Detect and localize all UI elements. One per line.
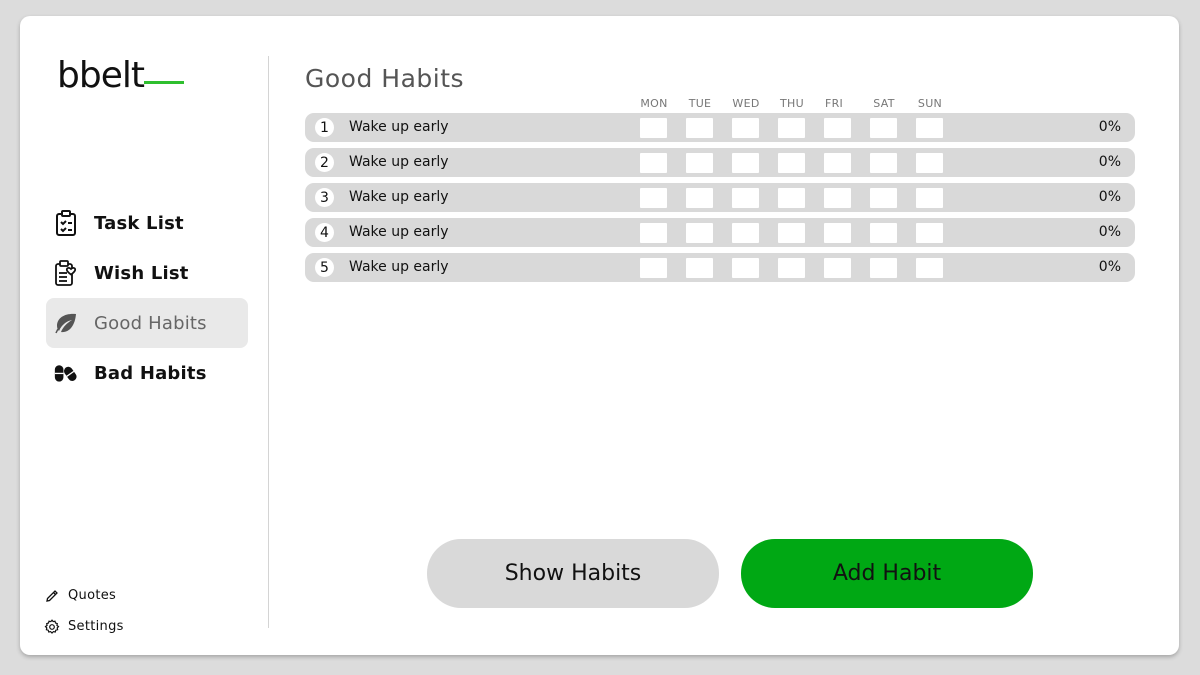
habit-name[interactable]: Wake up early xyxy=(349,218,449,247)
day-checkbox-wed[interactable] xyxy=(732,188,759,208)
sidebar-item-label: Bad Habits xyxy=(94,362,207,384)
habit-row: 4 Wake up early 0% xyxy=(305,218,1135,247)
sidebar-item-label: Wish List xyxy=(94,262,189,284)
day-checkbox-mon[interactable] xyxy=(640,258,667,278)
quotes-link[interactable]: Quotes xyxy=(44,580,124,611)
habit-percent: 0% xyxy=(1098,259,1121,275)
day-checkbox-sat[interactable] xyxy=(870,118,897,138)
pencil-icon xyxy=(44,588,60,604)
day-checkbox-sun[interactable] xyxy=(916,188,943,208)
sidebar-nav: Task List Wish List Good Habits Bad Habi… xyxy=(46,198,248,398)
day-checkbox-sat[interactable] xyxy=(870,188,897,208)
sidebar-footer: Quotes Settings xyxy=(44,580,124,642)
day-checkbox-mon[interactable] xyxy=(640,118,667,138)
gear-icon xyxy=(44,618,60,635)
day-checkbox-wed[interactable] xyxy=(732,153,759,173)
logo-accent-bar xyxy=(144,81,184,84)
day-checkbox-sun[interactable] xyxy=(916,153,943,173)
logo: bbelt xyxy=(57,56,187,96)
habit-number: 2 xyxy=(315,153,334,172)
settings-label: Settings xyxy=(68,619,124,634)
main-content: Good Habits MON TUE WED THU FRI SAT SUN … xyxy=(305,16,1135,655)
day-checkbox-wed[interactable] xyxy=(732,223,759,243)
settings-link[interactable]: Settings xyxy=(44,611,124,642)
habit-row: 1 Wake up early 0% xyxy=(305,113,1135,142)
day-checkbox-fri[interactable] xyxy=(824,118,851,138)
day-headers: MON TUE WED THU FRI SAT SUN xyxy=(305,97,1135,111)
quotes-label: Quotes xyxy=(68,588,117,603)
day-checkbox-sun[interactable] xyxy=(916,223,943,243)
logo-text: bbelt xyxy=(57,55,145,96)
day-checkbox-thu[interactable] xyxy=(778,153,805,173)
day-checkbox-tue[interactable] xyxy=(686,188,713,208)
leaf-icon xyxy=(54,310,78,336)
page-title: Good Habits xyxy=(305,64,465,93)
habit-name[interactable]: Wake up early xyxy=(349,253,449,282)
day-checkbox-wed[interactable] xyxy=(732,258,759,278)
sidebar-item-label: Task List xyxy=(94,212,184,234)
pills-icon xyxy=(54,360,78,386)
habit-row: 3 Wake up early 0% xyxy=(305,183,1135,212)
habit-row: 5 Wake up early 0% xyxy=(305,253,1135,282)
day-checkbox-wed[interactable] xyxy=(732,118,759,138)
day-checkbox-sat[interactable] xyxy=(870,153,897,173)
habit-percent: 0% xyxy=(1098,154,1121,170)
habit-row: 2 Wake up early 0% xyxy=(305,148,1135,177)
day-header: TUE xyxy=(688,97,712,110)
clipboard-heart-icon xyxy=(54,260,78,286)
day-checkbox-fri[interactable] xyxy=(824,153,851,173)
day-header: FRI xyxy=(824,97,844,110)
habit-list: 1 Wake up early 0% 2 Wake up early 0% 3 … xyxy=(305,113,1135,288)
app-window: bbelt Task List Wish List Good Habits Ba… xyxy=(20,16,1179,655)
day-header: WED xyxy=(732,97,760,110)
habit-percent: 0% xyxy=(1098,224,1121,240)
add-habit-button[interactable]: Add Habit xyxy=(741,539,1033,608)
day-checkbox-mon[interactable] xyxy=(640,223,667,243)
habit-number: 3 xyxy=(315,188,334,207)
sidebar-item-task-list[interactable]: Task List xyxy=(46,198,248,248)
day-checkbox-thu[interactable] xyxy=(778,188,805,208)
day-checkbox-fri[interactable] xyxy=(824,188,851,208)
day-header: SUN xyxy=(917,97,943,110)
day-checkbox-sun[interactable] xyxy=(916,118,943,138)
day-checkbox-tue[interactable] xyxy=(686,258,713,278)
day-checkbox-fri[interactable] xyxy=(824,223,851,243)
sidebar-divider xyxy=(268,56,269,628)
habit-number: 4 xyxy=(315,223,334,242)
sidebar-item-label: Good Habits xyxy=(94,312,207,334)
day-checkbox-tue[interactable] xyxy=(686,153,713,173)
day-checkbox-mon[interactable] xyxy=(640,188,667,208)
sidebar: bbelt Task List Wish List Good Habits Ba… xyxy=(20,16,268,655)
day-checkbox-tue[interactable] xyxy=(686,223,713,243)
habit-name[interactable]: Wake up early xyxy=(349,183,449,212)
day-checkbox-thu[interactable] xyxy=(778,258,805,278)
day-checkbox-fri[interactable] xyxy=(824,258,851,278)
habit-number: 1 xyxy=(315,118,334,137)
day-header: SAT xyxy=(873,97,895,110)
habit-name[interactable]: Wake up early xyxy=(349,148,449,177)
habit-name[interactable]: Wake up early xyxy=(349,113,449,142)
day-header: THU xyxy=(780,97,804,110)
day-header: MON xyxy=(640,97,668,110)
clipboard-check-icon xyxy=(54,210,78,236)
day-checkbox-mon[interactable] xyxy=(640,153,667,173)
habit-percent: 0% xyxy=(1098,189,1121,205)
sidebar-item-bad-habits[interactable]: Bad Habits xyxy=(46,348,248,398)
day-checkbox-thu[interactable] xyxy=(778,118,805,138)
day-checkbox-sun[interactable] xyxy=(916,258,943,278)
habit-percent: 0% xyxy=(1098,119,1121,135)
day-checkbox-sat[interactable] xyxy=(870,223,897,243)
day-checkbox-thu[interactable] xyxy=(778,223,805,243)
sidebar-item-wish-list[interactable]: Wish List xyxy=(46,248,248,298)
show-habits-button[interactable]: Show Habits xyxy=(427,539,719,608)
sidebar-item-good-habits[interactable]: Good Habits xyxy=(46,298,248,348)
day-checkbox-sat[interactable] xyxy=(870,258,897,278)
day-checkbox-tue[interactable] xyxy=(686,118,713,138)
habit-number: 5 xyxy=(315,258,334,277)
